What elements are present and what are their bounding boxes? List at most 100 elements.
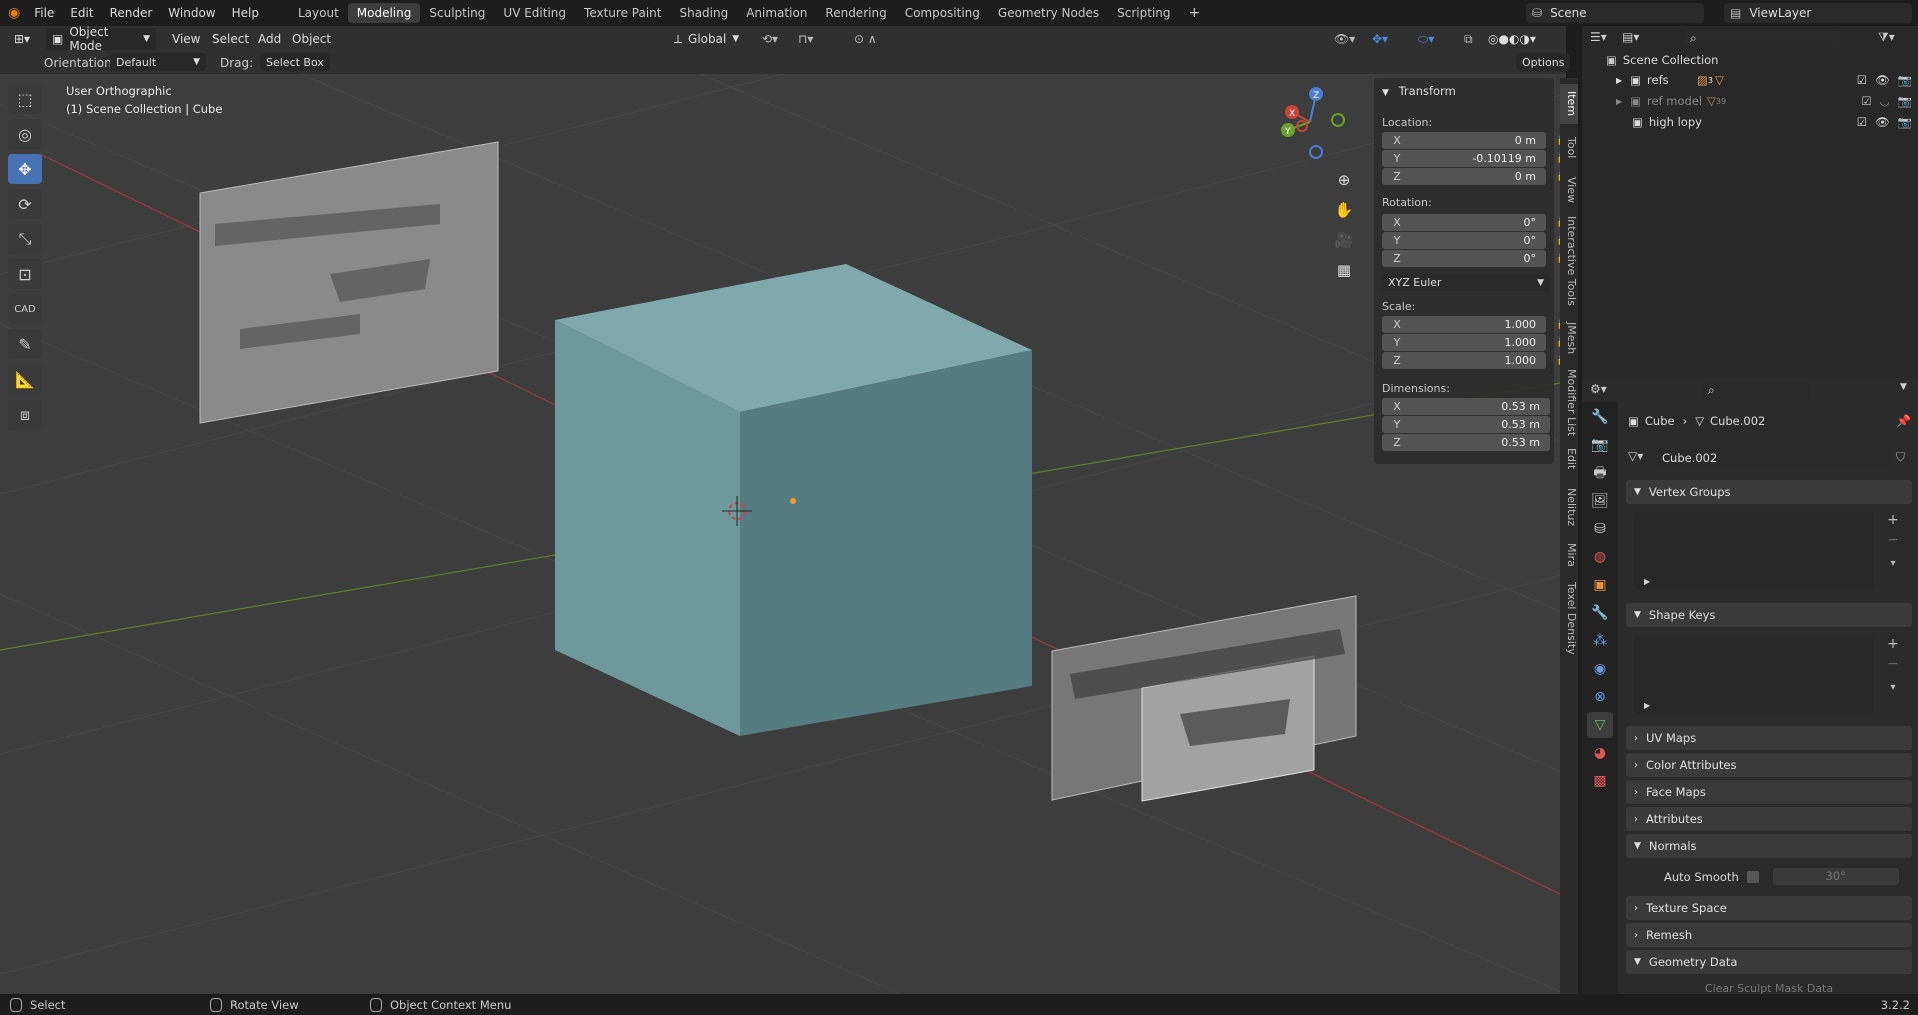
- options-button[interactable]: Options: [1516, 53, 1571, 71]
- transform-icon[interactable]: ⊡: [8, 259, 42, 289]
- constraints-icon[interactable]: ⊗: [1587, 684, 1613, 710]
- menu-object[interactable]: Object: [286, 28, 337, 50]
- shape-keys-menu-button[interactable]: ▾: [1884, 682, 1902, 700]
- tab-sculpting[interactable]: Sculpting: [420, 3, 494, 23]
- section-attributes[interactable]: › Attributes: [1626, 807, 1912, 831]
- pivot-point-button[interactable]: ⟲▾: [756, 28, 784, 50]
- modifier-wrench-icon[interactable]: 🔧: [1587, 600, 1613, 626]
- fake-user-shield-icon[interactable]: ⛉: [1896, 450, 1905, 465]
- tab-nelituz[interactable]: Nelituz: [1560, 482, 1578, 532]
- auto-smooth-checkbox[interactable]: [1746, 870, 1759, 883]
- world-icon[interactable]: ◍: [1587, 544, 1613, 570]
- tab-interactive-tools[interactable]: Interactive Tools: [1560, 214, 1578, 308]
- outliner-item-high-lopy[interactable]: ▣ high lopy ☑ 👁 📷: [1632, 112, 1912, 132]
- section-shape-keys[interactable]: ▼ Shape Keys: [1626, 603, 1912, 627]
- material-icon[interactable]: ◕: [1587, 740, 1613, 766]
- texture-icon[interactable]: ▩: [1587, 768, 1613, 794]
- checkbox-icon[interactable]: ☑: [1861, 94, 1871, 108]
- menu-edit[interactable]: Edit: [62, 6, 101, 20]
- remove-vertex-group-button[interactable]: −: [1884, 532, 1902, 550]
- editor-type-button[interactable]: ⊞▾: [8, 28, 36, 50]
- drag-dropdown[interactable]: Select Box: [260, 53, 330, 71]
- measure-icon[interactable]: 📐: [8, 364, 42, 394]
- outliner-editor-type[interactable]: ☰▾: [1590, 30, 1607, 44]
- 3d-viewport[interactable]: User Orthographic (1) Scene Collection |…: [0, 74, 1566, 994]
- mesh-datablock-field[interactable]: Cube.002: [1656, 448, 1892, 468]
- transform-header[interactable]: ▼ Transform: [1382, 84, 1456, 98]
- rotation-mode-dropdown[interactable]: XYZ Euler ▼: [1382, 274, 1550, 291]
- filter-icon[interactable]: ⧩▾: [1878, 30, 1895, 45]
- chevron-down-icon[interactable]: ▼: [1900, 382, 1907, 392]
- checkbox-icon[interactable]: ☑: [1857, 115, 1867, 129]
- tab-view[interactable]: View: [1560, 170, 1578, 210]
- shape-keys-list[interactable]: ▶: [1634, 636, 1874, 714]
- outliner-search-input[interactable]: ⌕: [1684, 29, 1840, 47]
- tab-rendering[interactable]: Rendering: [816, 3, 895, 23]
- cad-icon[interactable]: CAD: [8, 294, 42, 324]
- render-icon[interactable]: 📷: [1587, 432, 1613, 458]
- camera-render-icon[interactable]: 📷: [1898, 73, 1912, 87]
- scale-y-field[interactable]: Y1.000🔓: [1382, 334, 1568, 351]
- breadcrumb-data[interactable]: Cube.002: [1710, 414, 1765, 428]
- tab-compositing[interactable]: Compositing: [896, 3, 989, 23]
- tab-jmesh[interactable]: JMesh: [1560, 314, 1578, 362]
- scene-selector[interactable]: ⛁ Scene: [1526, 3, 1704, 23]
- rotate-icon[interactable]: ⟳: [8, 189, 42, 219]
- navigation-gizmo[interactable]: Z X Y: [1270, 82, 1350, 162]
- tab-modifier-list[interactable]: Modifier List: [1560, 368, 1578, 438]
- scene-icon[interactable]: ⛁: [1587, 516, 1613, 542]
- particles-icon[interactable]: ⁂: [1587, 628, 1613, 654]
- location-y-field[interactable]: Y-0.10119 m🔓: [1382, 150, 1568, 167]
- tab-texel-density[interactable]: Texel Density: [1560, 578, 1578, 658]
- tab-animation[interactable]: Animation: [737, 3, 816, 23]
- location-x-field[interactable]: X0 m🔓: [1382, 132, 1568, 149]
- add-workspace-icon[interactable]: +: [1180, 2, 1210, 24]
- camera-icon[interactable]: 🎥: [1330, 226, 1358, 254]
- camera-render-icon[interactable]: 📷: [1898, 115, 1912, 129]
- section-remesh[interactable]: › Remesh: [1626, 923, 1912, 947]
- section-color-attributes[interactable]: › Color Attributes: [1626, 753, 1912, 777]
- camera-render-icon[interactable]: 📷: [1898, 94, 1912, 108]
- menu-file[interactable]: File: [26, 6, 62, 20]
- outliner-item-refs[interactable]: ▶ ▣ refs ▨ 3 ▽ ☑ 👁 📷: [1616, 70, 1912, 90]
- auto-smooth-angle-field[interactable]: 30°: [1772, 868, 1899, 885]
- section-face-maps[interactable]: › Face Maps: [1626, 780, 1912, 804]
- snap-button[interactable]: ⊓▾: [792, 28, 819, 50]
- ref-image-upper[interactable]: [199, 141, 499, 424]
- add-vertex-group-button[interactable]: +: [1884, 512, 1902, 530]
- transform-orientation-dropdown[interactable]: ⟂ Global ▼: [668, 28, 745, 50]
- tab-tool[interactable]: Tool: [1560, 130, 1578, 166]
- tab-modeling[interactable]: Modeling: [347, 3, 421, 23]
- gizmo-neg-y[interactable]: [1331, 113, 1345, 127]
- visibility-button[interactable]: 👁▾: [1328, 28, 1361, 50]
- section-texture-space[interactable]: › Texture Space: [1626, 896, 1912, 920]
- vertex-groups-list[interactable]: ▶: [1634, 512, 1874, 590]
- shading-modes[interactable]: ◎●◐◑▾: [1482, 28, 1542, 50]
- properties-editor-type[interactable]: ⚙▾: [1590, 382, 1607, 396]
- outliner-item-ref-model[interactable]: ▶ ▣ ref model ▽ 39 ☑ ◡ 📷: [1616, 91, 1912, 111]
- add-cube-icon[interactable]: ⧈: [8, 400, 42, 430]
- tab-shading[interactable]: Shading: [670, 3, 737, 23]
- pin-icon[interactable]: 📌: [1896, 414, 1911, 428]
- view-layer-icon[interactable]: 🖼: [1587, 488, 1613, 514]
- section-uv-maps[interactable]: › UV Maps: [1626, 726, 1912, 750]
- tab-geometry-nodes[interactable]: Geometry Nodes: [989, 3, 1108, 23]
- rotation-z-field[interactable]: Z0°🔓: [1382, 250, 1568, 267]
- eye-icon[interactable]: 👁: [1875, 115, 1890, 129]
- scale-z-field[interactable]: Z1.000🔓: [1382, 352, 1568, 369]
- output-icon[interactable]: 🖶: [1587, 460, 1613, 486]
- mesh-browse-icon[interactable]: ▽▾: [1628, 449, 1643, 463]
- select-box-icon[interactable]: ⬚: [8, 84, 42, 114]
- cursor-icon[interactable]: ◎: [8, 119, 42, 149]
- menu-view[interactable]: View: [166, 28, 206, 50]
- tab-uv-editing[interactable]: UV Editing: [494, 3, 575, 23]
- dimensions-x-field[interactable]: X 0.53 m: [1382, 398, 1550, 415]
- annotate-icon[interactable]: ✎: [8, 329, 42, 359]
- menu-window[interactable]: Window: [160, 6, 223, 20]
- scale-icon[interactable]: ⤡: [8, 224, 42, 254]
- tab-scripting[interactable]: Scripting: [1108, 3, 1179, 23]
- remove-shape-key-button[interactable]: −: [1884, 656, 1902, 674]
- tab-edit[interactable]: Edit: [1560, 444, 1578, 474]
- breadcrumb-object[interactable]: Cube: [1645, 414, 1675, 428]
- menu-select[interactable]: Select: [206, 28, 255, 50]
